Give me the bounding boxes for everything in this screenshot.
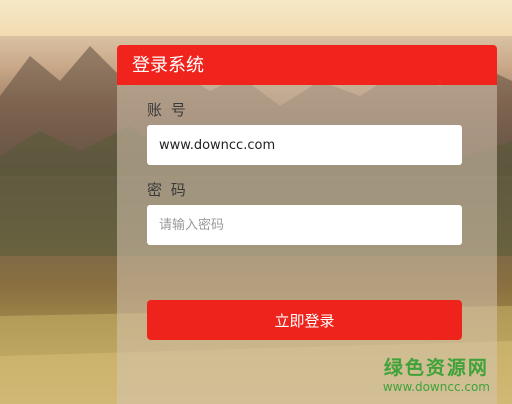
account-input[interactable] (147, 125, 462, 165)
password-label: 密 码 (147, 181, 188, 199)
watermark-name: 绿色资源网 (383, 357, 489, 379)
login-panel: 登录系统 账 号 密 码 立即登录 (117, 45, 497, 404)
site-watermark: 绿色资源网 www.downcc.com (383, 353, 490, 394)
top-banner (0, 0, 512, 36)
login-page: 登录系统 账 号 密 码 立即登录 绿色资源网 www.downcc.com (0, 0, 512, 404)
login-button[interactable]: 立即登录 (147, 300, 462, 340)
watermark-url: www.downcc.com (382, 380, 490, 394)
login-title: 登录系统 (117, 45, 497, 85)
account-label: 账 号 (147, 101, 188, 119)
password-input[interactable] (147, 205, 462, 245)
